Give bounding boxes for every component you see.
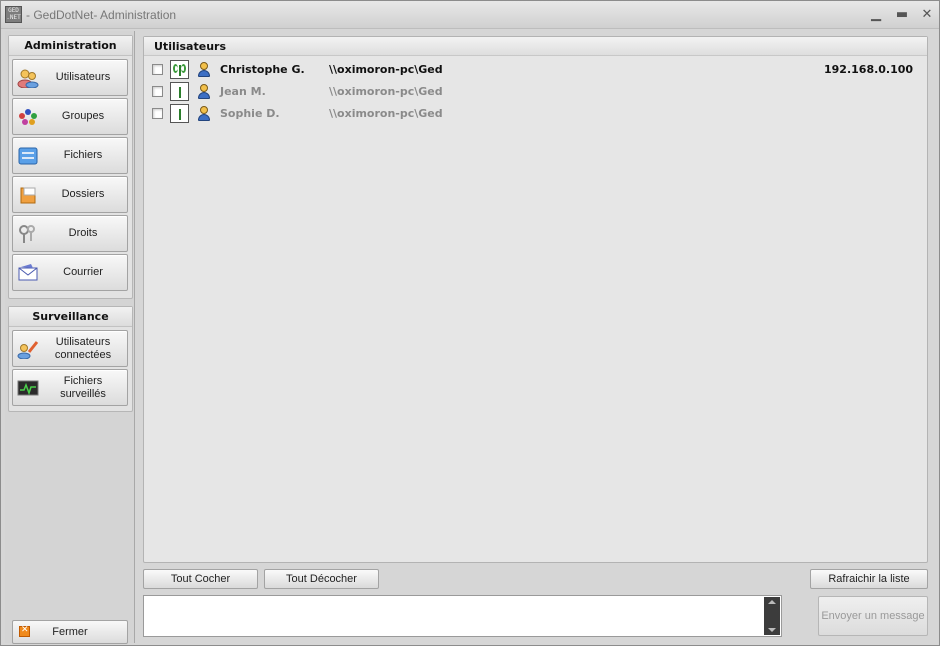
user-icon bbox=[197, 62, 211, 77]
nav-droits-button[interactable]: Droits bbox=[12, 215, 128, 252]
sidebar: Administration Utilisateurs Groupes Fich… bbox=[5, 31, 135, 644]
user-path: \\oximoron-pc\Ged bbox=[329, 107, 443, 120]
surveillance-group-title: Surveillance bbox=[9, 307, 132, 327]
administration-group-title: Administration bbox=[9, 36, 132, 56]
minimize-button[interactable]: ▁ bbox=[866, 5, 886, 25]
administration-group: Administration Utilisateurs Groupes Fich… bbox=[8, 35, 133, 299]
fermer-label: Fermer bbox=[52, 626, 88, 638]
nav-utilisateurs-button[interactable]: Utilisateurs bbox=[12, 59, 128, 96]
app-window: GED .NET - GedDotNet- Administration ▁ ▬… bbox=[0, 0, 940, 646]
users-icon bbox=[17, 69, 39, 88]
tout-cocher-button[interactable]: Tout Cocher bbox=[143, 569, 258, 589]
user-name: Christophe G. bbox=[220, 63, 305, 76]
envoyer-message-button[interactable]: Envoyer un message bbox=[818, 596, 928, 636]
nav-fichiers-button[interactable]: Fichiers bbox=[12, 137, 128, 174]
connected-users-icon bbox=[17, 341, 39, 359]
groups-icon bbox=[19, 109, 37, 125]
disconnected-antenna-icon bbox=[170, 82, 189, 101]
user-icon bbox=[197, 84, 211, 99]
user-checkbox[interactable] bbox=[152, 64, 163, 75]
user-row[interactable]: Christophe G. \\oximoron-pc\Ged 192.168.… bbox=[144, 59, 924, 81]
maximize-button[interactable]: ▬ bbox=[892, 5, 912, 25]
title-bar: GED .NET - GedDotNet- Administration ▁ ▬… bbox=[1, 1, 939, 29]
user-checkbox[interactable] bbox=[152, 86, 163, 97]
user-row[interactable]: Jean M. \\oximoron-pc\Ged bbox=[144, 81, 924, 103]
user-name: Jean M. bbox=[220, 85, 266, 98]
keys-icon bbox=[19, 225, 35, 243]
nav-dossiers-label: Dossiers bbox=[61, 188, 105, 200]
nav-dossiers-button[interactable]: Dossiers bbox=[12, 176, 128, 213]
nav-groupes-button[interactable]: Groupes bbox=[12, 98, 128, 135]
monitor-icon bbox=[17, 380, 39, 396]
nav-fichiers-surveilles-label: Fichiers surveillés bbox=[60, 374, 106, 400]
user-name: Sophie D. bbox=[220, 107, 280, 120]
message-input[interactable] bbox=[143, 595, 782, 637]
scroll-down-icon[interactable] bbox=[768, 628, 776, 632]
nav-utilisateurs-connectes-label: Utilisateurs connectées bbox=[54, 335, 112, 361]
nav-courrier-label: Courrier bbox=[63, 266, 103, 278]
scroll-up-icon[interactable] bbox=[768, 600, 776, 604]
user-icon bbox=[197, 106, 211, 121]
user-path: \\oximoron-pc\Ged bbox=[329, 85, 443, 98]
window-title: - GedDotNet- Administration bbox=[26, 8, 177, 22]
files-icon bbox=[18, 147, 38, 165]
user-checkbox[interactable] bbox=[152, 108, 163, 119]
surveillance-group: Surveillance Utilisateurs connectées Fic… bbox=[8, 306, 133, 412]
rafraichir-liste-button[interactable]: Rafraichir la liste bbox=[810, 569, 928, 589]
nav-courrier-button[interactable]: Courrier bbox=[12, 254, 128, 291]
mail-icon bbox=[18, 264, 38, 281]
user-ip: 192.168.0.100 bbox=[824, 63, 914, 76]
nav-droits-label: Droits bbox=[68, 227, 98, 239]
users-panel: Utilisateurs Christophe G. \\oximoron-pc… bbox=[143, 36, 928, 563]
main-area: Utilisateurs Christophe G. \\oximoron-pc… bbox=[138, 31, 936, 643]
message-scrollbar[interactable] bbox=[764, 597, 780, 635]
fermer-button[interactable]: Fermer bbox=[12, 620, 128, 644]
tout-decocher-button[interactable]: Tout Décocher bbox=[264, 569, 379, 589]
nav-utilisateurs-label: Utilisateurs bbox=[55, 71, 111, 83]
nav-fichiers-surveilles-button[interactable]: Fichiers surveillés bbox=[12, 369, 128, 406]
nav-utilisateurs-connectes-button[interactable]: Utilisateurs connectées bbox=[12, 330, 128, 367]
nav-fichiers-label: Fichiers bbox=[63, 149, 103, 161]
nav-groupes-label: Groupes bbox=[61, 110, 105, 122]
users-panel-title: Utilisateurs bbox=[144, 37, 927, 56]
folders-icon bbox=[20, 187, 36, 204]
connected-antenna-icon bbox=[170, 60, 189, 79]
user-path: \\oximoron-pc\Ged bbox=[329, 63, 443, 76]
close-window-button[interactable]: ✕ bbox=[917, 5, 937, 25]
disconnected-antenna-icon bbox=[170, 104, 189, 123]
app-logo-icon: GED .NET bbox=[5, 6, 22, 23]
user-row[interactable]: Sophie D. \\oximoron-pc\Ged bbox=[144, 103, 924, 125]
